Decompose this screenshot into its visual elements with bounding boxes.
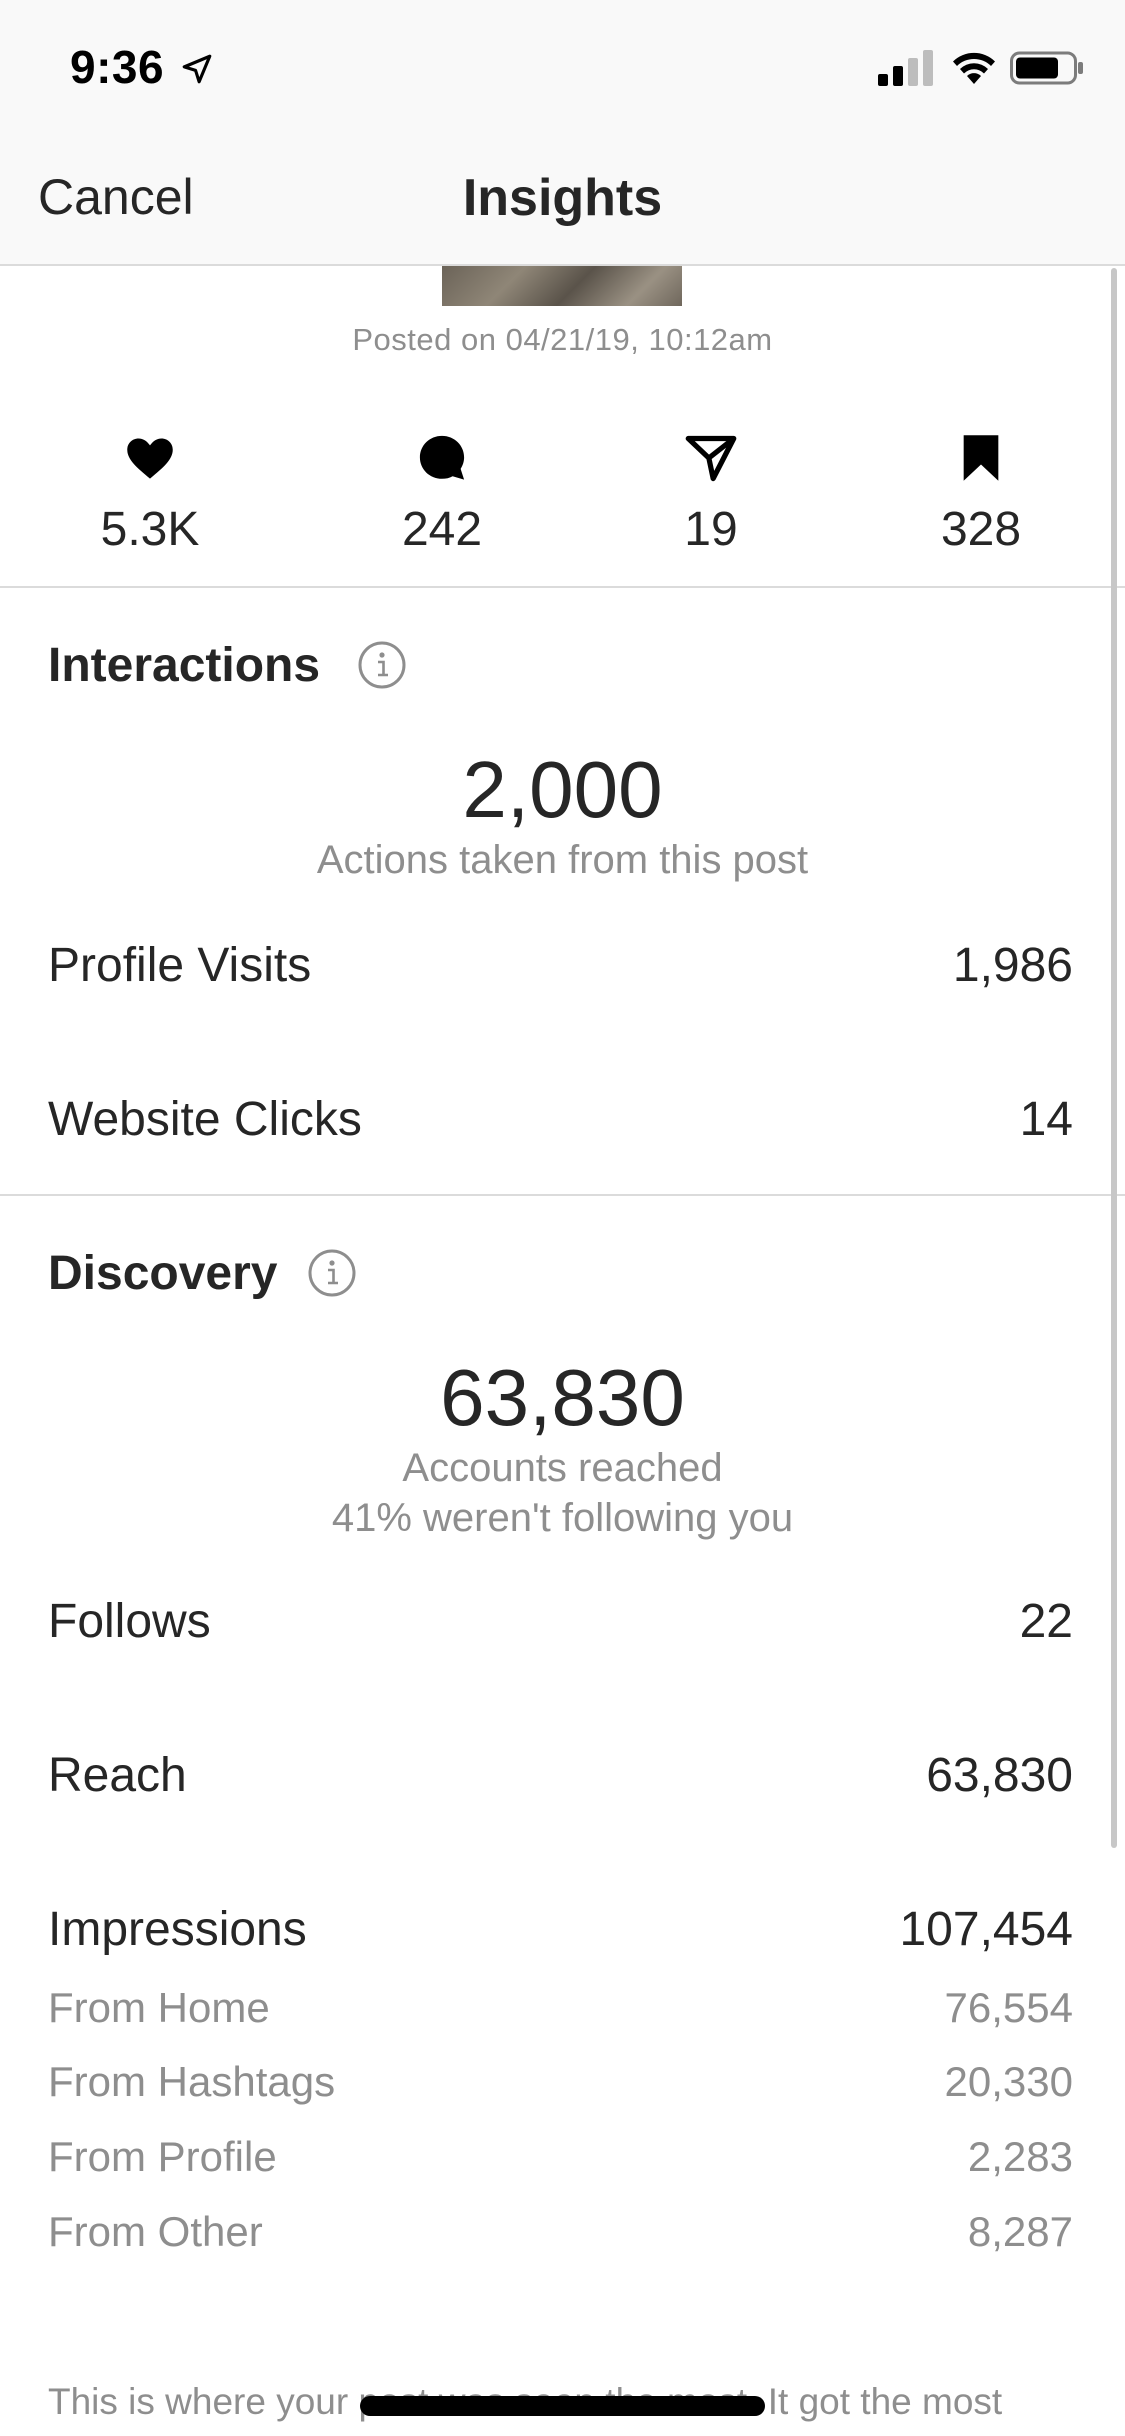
- impressions-value: 107,454: [899, 1903, 1073, 1956]
- info-icon[interactable]: [357, 640, 407, 690]
- profile-visits-label: Profile Visits: [48, 939, 312, 992]
- navigation-bar: Cancel Insights: [0, 132, 1125, 266]
- battery-icon: [1010, 51, 1083, 85]
- likes-stat: 5.3K: [50, 432, 250, 557]
- from-hashtags-label: From Hashtags: [48, 2058, 336, 2105]
- heart-icon: [127, 438, 173, 479]
- from-home-label: From Home: [48, 1984, 270, 2031]
- follows-label: Follows: [48, 1595, 211, 1648]
- wifi-icon: [953, 52, 995, 84]
- status-time: 9:36: [70, 41, 165, 93]
- discovery-title: Discovery: [48, 1247, 278, 1300]
- redaction-mark: [360, 2396, 765, 2416]
- bookmark-icon: [963, 435, 999, 481]
- non-followers-caption: 41% weren't following you: [331, 1496, 794, 1540]
- saves-count: 328: [940, 503, 1022, 556]
- profile-visits-value: 1,986: [952, 939, 1073, 992]
- comments-count: 242: [401, 503, 483, 556]
- interactions-title: Interactions: [48, 639, 321, 692]
- cellular-signal-icon: [878, 50, 933, 86]
- post-thumbnail[interactable]: [442, 266, 682, 306]
- divider: [0, 1194, 1125, 1196]
- from-profile-label: From Profile: [48, 2133, 277, 2180]
- page-title: Insights: [462, 169, 663, 227]
- comment-icon: [419, 435, 465, 480]
- posted-date: Posted on 04/21/19, 10:12am: [352, 322, 773, 357]
- from-other-value: 8,287: [967, 2208, 1073, 2255]
- saves-stat: 328: [881, 432, 1081, 557]
- accounts-reached-caption: Accounts reached: [402, 1446, 723, 1490]
- interactions-caption: Actions taken from this post: [316, 838, 809, 882]
- comments-stat: 242: [342, 432, 542, 557]
- impressions-label: Impressions: [48, 1903, 307, 1956]
- likes-count: 5.3K: [100, 503, 200, 556]
- from-other-label: From Other: [48, 2208, 263, 2255]
- from-hashtags-value: 20,330: [944, 2058, 1073, 2105]
- location-arrow-icon: [182, 54, 212, 84]
- discovery-total: 63,830: [440, 1353, 685, 1442]
- website-clicks-value: 14: [1019, 1093, 1073, 1146]
- interactions-total: 2,000: [462, 745, 663, 834]
- from-home-value: 76,554: [944, 1984, 1073, 2031]
- shares-stat: 19: [611, 432, 811, 557]
- reach-value: 63,830: [926, 1749, 1073, 1802]
- reach-label: Reach: [48, 1749, 187, 1802]
- share-icon: [685, 435, 737, 482]
- scrollbar[interactable]: [1111, 268, 1117, 1848]
- status-bar: 9:36: [0, 0, 1125, 132]
- info-icon[interactable]: [307, 1248, 357, 1298]
- divider: [0, 586, 1125, 588]
- follows-value: 22: [1019, 1595, 1073, 1648]
- from-profile-value: 2,283: [967, 2133, 1073, 2180]
- shares-count: 19: [684, 503, 738, 556]
- website-clicks-label: Website Clicks: [48, 1093, 362, 1146]
